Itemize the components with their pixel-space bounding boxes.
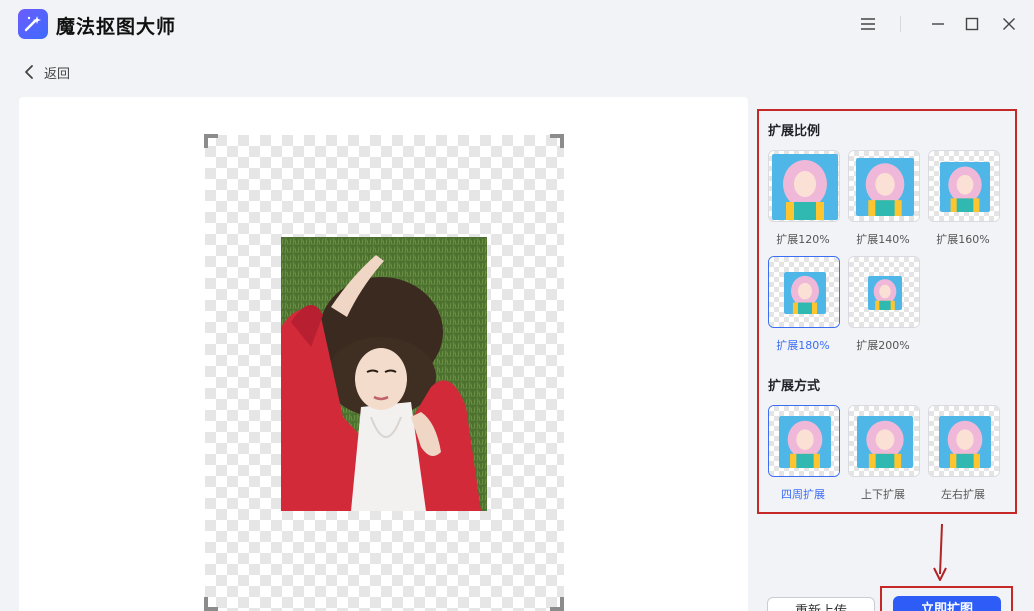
anime-girl-thumbnail <box>856 158 914 216</box>
anime-girl-thumbnail <box>779 416 831 468</box>
expand-now-button[interactable]: 立即扩图 <box>893 596 1001 611</box>
ratio-label-200: 扩展200% <box>856 339 910 352</box>
mode-option-vertical[interactable] <box>848 405 920 477</box>
ratio-label-180: 扩展180% <box>776 339 830 352</box>
back-button[interactable]: 返回 <box>24 62 70 82</box>
annotation-arrow-icon <box>933 523 947 581</box>
menu-icon[interactable] <box>856 12 880 36</box>
mode-label-horizontal: 左右扩展 <box>941 488 985 501</box>
anime-girl-thumbnail <box>784 272 826 314</box>
mode-option-horizontal[interactable] <box>928 405 1000 477</box>
ratio-label-140: 扩展140% <box>856 233 910 246</box>
mode-label-vertical: 上下扩展 <box>861 488 905 501</box>
anime-girl-thumbnail <box>940 162 990 212</box>
ratio-option-180[interactable] <box>768 256 840 328</box>
crop-handle-top-left[interactable] <box>204 134 218 148</box>
app-title: 魔法抠图大师 <box>56 16 177 38</box>
anime-girl-thumbnail <box>939 416 991 468</box>
chevron-left-icon <box>25 65 33 79</box>
ratio-label-120: 扩展120% <box>776 233 830 246</box>
anime-girl-thumbnail <box>868 276 902 310</box>
anime-girl-thumbnail <box>772 154 838 220</box>
close-icon[interactable] <box>997 12 1021 36</box>
mode-label-all-sides: 四周扩展 <box>781 488 825 501</box>
ratio-label-160: 扩展160% <box>936 233 990 246</box>
app-logo-icon <box>18 9 48 39</box>
crop-handle-top-right[interactable] <box>550 134 564 148</box>
reupload-button[interactable]: 重新上传 <box>767 597 875 611</box>
maximize-icon[interactable] <box>960 12 984 36</box>
mode-section-title: 扩展方式 <box>768 379 821 394</box>
ratio-option-200[interactable] <box>848 256 920 328</box>
crop-handle-bottom-left[interactable] <box>204 597 218 611</box>
ratio-option-120[interactable] <box>768 150 840 222</box>
ratio-section-title: 扩展比例 <box>768 124 821 139</box>
mode-option-all-sides[interactable] <box>768 405 840 477</box>
ratio-option-140[interactable] <box>848 150 920 222</box>
title-separator <box>900 16 901 32</box>
settings-panel: 扩展比例 扩展120% 扩展140% 扩展160% 扩展180% 扩展200% … <box>757 109 1017 514</box>
preview-photo <box>281 237 487 511</box>
ratio-option-160[interactable] <box>928 150 1000 222</box>
title-bar: 魔法抠图大师 <box>0 0 1034 48</box>
back-label: 返回 <box>44 66 71 82</box>
minimize-icon[interactable] <box>926 12 950 36</box>
crop-handle-bottom-right[interactable] <box>550 597 564 611</box>
anime-girl-thumbnail <box>857 416 913 468</box>
